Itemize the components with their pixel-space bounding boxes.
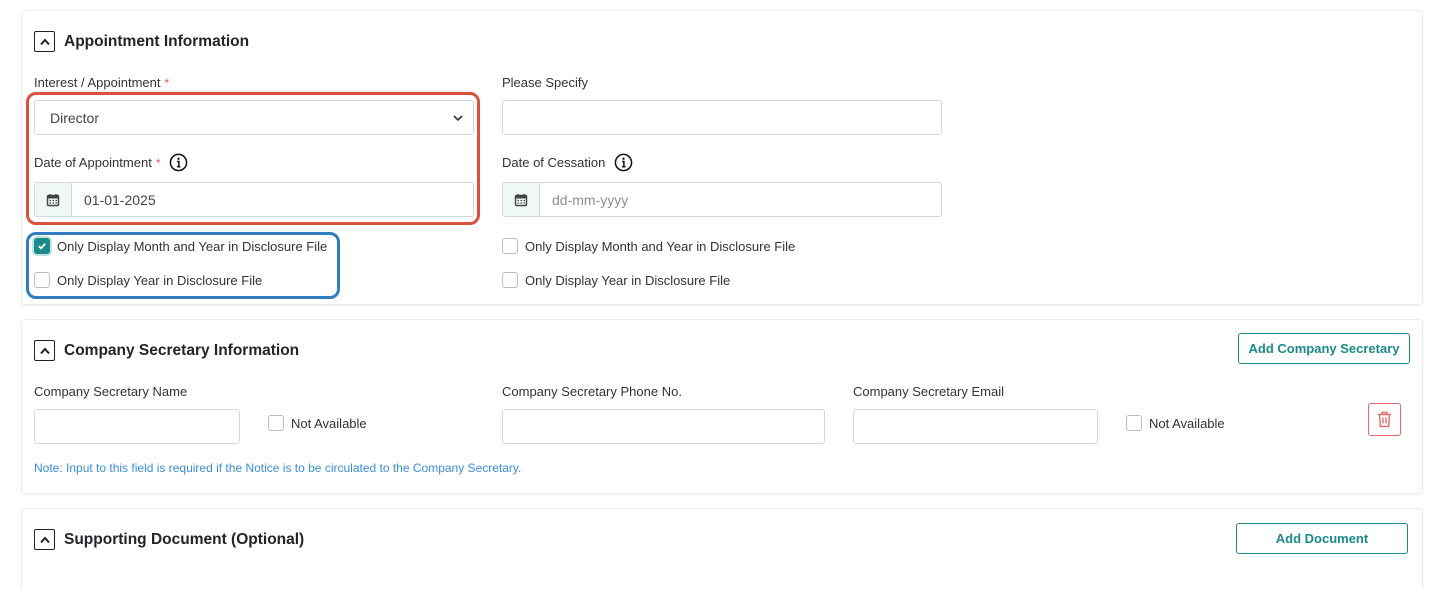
date-of-appointment-label-text: Date of Appointment <box>34 155 152 170</box>
required-mark: * <box>164 75 170 90</box>
appointment-section-title: Appointment Information <box>64 32 250 50</box>
name-not-available-checkbox[interactable] <box>268 415 284 431</box>
date-of-cessation-placeholder: dd-mm-yyyy <box>552 191 629 208</box>
company-secretary-card: Company Secretary Information Add Compan… <box>22 320 1422 493</box>
cessation-month-year-checkbox[interactable] <box>502 238 518 254</box>
collapse-secretary-button[interactable] <box>34 340 55 361</box>
date-of-cessation-input[interactable]: dd-mm-yyyy <box>502 182 942 217</box>
secretary-phone-label-text: Company Secretary Phone No. <box>502 384 682 399</box>
secretary-name-input[interactable] <box>34 409 240 444</box>
cessation-month-year-checkbox-label: Only Display Month and Year in Disclosur… <box>525 238 796 254</box>
name-not-available-option[interactable]: Not Available <box>268 415 367 431</box>
interest-appointment-value: Director <box>50 109 100 126</box>
date-of-appointment-input[interactable]: 01-01-2025 <box>34 182 474 217</box>
chevron-up-icon <box>39 346 50 354</box>
interest-appointment-select[interactable]: Director <box>34 100 474 135</box>
name-not-available-label: Not Available <box>291 415 367 431</box>
calendar-icon <box>514 193 528 206</box>
date-of-cessation-label: Date of Cessation <box>502 153 633 172</box>
secretary-name-label-text: Company Secretary Name <box>34 384 188 399</box>
secretary-phone-input[interactable] <box>502 409 825 444</box>
date-of-cessation-label-text: Date of Cessation <box>502 155 606 170</box>
interest-appointment-label: Interest / Appointment * <box>34 75 169 90</box>
appointment-section-header: Appointment Information <box>34 31 249 52</box>
interest-appointment-label-text: Interest / Appointment <box>34 75 161 90</box>
calendar-button[interactable] <box>503 183 540 216</box>
chevron-down-icon <box>453 115 463 122</box>
month-year-checkbox-label: Only Display Month and Year in Disclosur… <box>57 238 328 254</box>
info-icon[interactable] <box>614 153 633 172</box>
please-specify-label: Please Specify <box>502 75 588 90</box>
add-document-button[interactable]: Add Document <box>1236 523 1408 554</box>
secretary-name-label: Company Secretary Name <box>34 384 187 399</box>
secretary-email-label: Company Secretary Email <box>853 384 1004 399</box>
calendar-icon <box>46 193 60 206</box>
appointment-month-year-option[interactable]: Only Display Month and Year in Disclosur… <box>34 238 327 254</box>
secretary-email-input[interactable] <box>853 409 1098 444</box>
appointment-year-only-option[interactable]: Only Display Year in Disclosure File <box>34 272 262 288</box>
year-only-checkbox-label: Only Display Year in Disclosure File <box>57 272 263 288</box>
supporting-document-card: Supporting Document (Optional) Add Docum… <box>22 509 1422 590</box>
secretary-email-label-text: Company Secretary Email <box>853 384 1004 399</box>
check-icon <box>38 243 46 250</box>
secretary-section-title: Company Secretary Information <box>64 341 300 359</box>
trash-icon <box>1378 411 1391 428</box>
email-not-available-checkbox[interactable] <box>1126 415 1142 431</box>
email-not-available-option[interactable]: Not Available <box>1126 415 1225 431</box>
cessation-year-only-option[interactable]: Only Display Year in Disclosure File <box>502 272 730 288</box>
date-of-appointment-label: Date of Appointment * <box>34 153 188 172</box>
secretary-phone-label: Company Secretary Phone No. <box>502 384 682 399</box>
cessation-month-year-option[interactable]: Only Display Month and Year in Disclosur… <box>502 238 795 254</box>
required-mark: * <box>155 155 161 170</box>
please-specify-label-text: Please Specify <box>502 75 588 90</box>
add-company-secretary-button[interactable]: Add Company Secretary <box>1238 333 1410 364</box>
cessation-year-only-checkbox-label: Only Display Year in Disclosure File <box>525 272 731 288</box>
date-of-appointment-value: 01-01-2025 <box>84 191 156 208</box>
calendar-button[interactable] <box>35 183 72 216</box>
appointment-information-card: Appointment Information Interest / Appoi… <box>22 11 1422 304</box>
secretary-note: Note: Input to this field is required if… <box>34 461 522 475</box>
cessation-year-only-checkbox[interactable] <box>502 272 518 288</box>
month-year-checkbox[interactable] <box>34 238 50 254</box>
secretary-section-header: Company Secretary Information <box>34 340 299 361</box>
chevron-up-icon <box>39 535 50 543</box>
year-only-checkbox[interactable] <box>34 272 50 288</box>
info-icon[interactable] <box>169 153 188 172</box>
chevron-up-icon <box>39 37 50 45</box>
support-section-header: Supporting Document (Optional) <box>34 529 304 550</box>
collapse-support-button[interactable] <box>34 529 55 550</box>
collapse-appointment-button[interactable] <box>34 31 55 52</box>
delete-secretary-button[interactable] <box>1368 403 1401 436</box>
support-section-title: Supporting Document (Optional) <box>64 530 305 548</box>
email-not-available-label: Not Available <box>1149 415 1225 431</box>
please-specify-input[interactable] <box>502 100 942 135</box>
